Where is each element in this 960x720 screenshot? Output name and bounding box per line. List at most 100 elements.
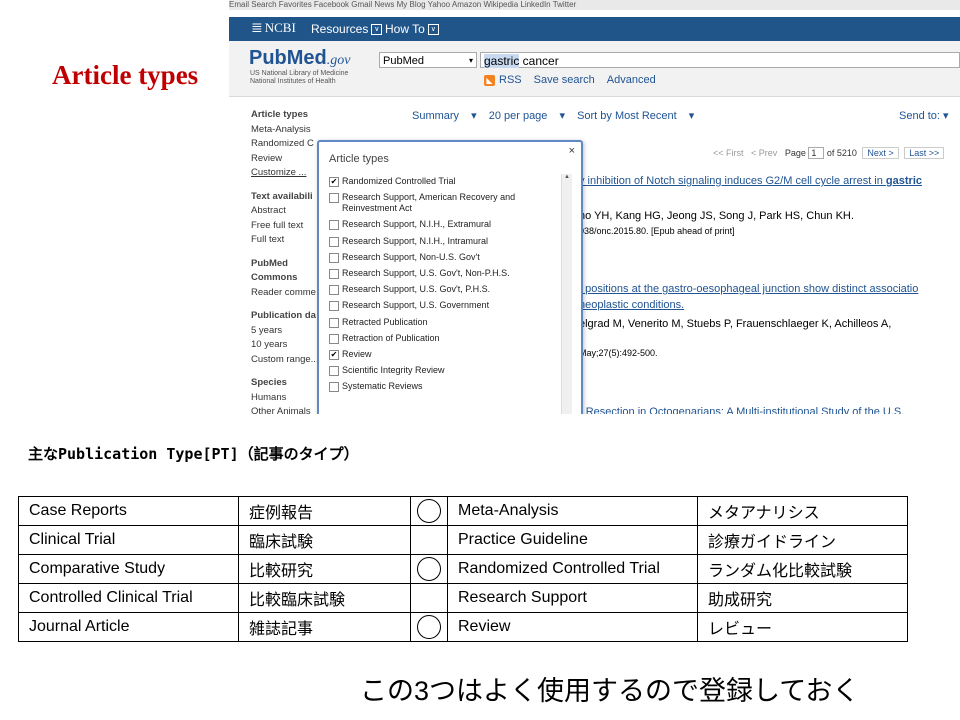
pt-heading: 主なPublication Type[PT]（記事のタイプ） bbox=[28, 445, 359, 463]
filter-item[interactable]: 10 years bbox=[251, 338, 321, 353]
article-type-option[interactable]: Research Support, U.S. Gov't, P.H.S. bbox=[329, 284, 567, 296]
article-types-popup: Article types × ✔ Randomized Controlled T… bbox=[317, 140, 583, 414]
pubmed-screenshot: Email Search Favorites Facebook Gmail Ne… bbox=[229, 0, 960, 414]
checkbox-icon[interactable] bbox=[329, 285, 339, 296]
checkbox-icon[interactable] bbox=[329, 333, 339, 344]
slide-label: Article types bbox=[52, 60, 199, 90]
article-type-option[interactable]: Research Support, N.I.H., Intramural bbox=[329, 236, 567, 247]
rss-icon[interactable]: ◣ bbox=[484, 74, 495, 86]
table-row: Clinical Trial 臨床試験 Practice Guideline 診療ガイ… bbox=[18, 525, 908, 555]
pager-last[interactable]: Last >> bbox=[904, 147, 945, 159]
article-type-option[interactable]: Research Support, American Recovery and … bbox=[329, 192, 567, 214]
pt-japanese-cell: レビュー bbox=[697, 612, 908, 642]
filter-item[interactable]: 5 years bbox=[251, 324, 321, 339]
checkbox-icon[interactable] bbox=[329, 252, 339, 263]
query-highlight: gastric bbox=[484, 54, 520, 68]
table-row: Journal Article 雑誌記事 Review レビュー bbox=[18, 612, 908, 642]
pubmed-logo[interactable]: PubMed.gov bbox=[249, 47, 351, 70]
filter-item[interactable]: Custom range... bbox=[251, 353, 321, 368]
filter-item[interactable]: Meta-Analysis bbox=[251, 123, 321, 138]
article-type-label: Retracted Publication bbox=[342, 316, 428, 327]
article-type-label: Scientific Integrity Review bbox=[342, 365, 445, 376]
resources-menu[interactable]: Resources ∨ bbox=[311, 22, 383, 36]
article-type-option[interactable]: ✔ Review bbox=[329, 349, 567, 360]
mark-cell bbox=[410, 554, 448, 584]
ncbi-bar: ≣ NCBI Resources ∨ How To ∨ bbox=[229, 17, 960, 41]
filter-item[interactable]: Reader comme bbox=[251, 286, 321, 301]
article-type-label: Research Support, U.S. Gov't, P.H.S. bbox=[342, 284, 491, 295]
article-type-option[interactable]: Retracted Publication bbox=[329, 317, 567, 328]
checkbox-icon[interactable] bbox=[329, 317, 339, 328]
filter-head-pubdate: Publication da bbox=[251, 310, 316, 321]
article-type-label: Research Support, N.I.H., Extramural bbox=[342, 219, 492, 230]
filter-item[interactable]: Other Animals bbox=[251, 405, 321, 414]
pt-english-cell: Journal Article bbox=[18, 612, 239, 642]
article-type-option[interactable]: Retraction of Publication bbox=[329, 333, 567, 344]
bookmarks-bar: Email Search Favorites Facebook Gmail Ne… bbox=[229, 0, 960, 10]
filter-item[interactable]: Abstract bbox=[251, 204, 321, 219]
pager-prev[interactable]: < Prev bbox=[751, 148, 777, 158]
filter-head-commons-2: Commons bbox=[251, 272, 298, 283]
customize-link[interactable]: Customize ... bbox=[251, 166, 321, 181]
article-type-options: ✔ Randomized Controlled Trial Research Sup… bbox=[329, 176, 567, 397]
rss-link[interactable]: RSS bbox=[499, 74, 522, 86]
result-title[interactable]: neoplastic conditions. bbox=[579, 299, 684, 311]
result-title[interactable]: r Resection in Octogenarians: A Multi-in… bbox=[579, 406, 904, 414]
article-type-label: Research Support, U.S. Government bbox=[342, 300, 490, 311]
checkbox-icon[interactable] bbox=[329, 236, 339, 247]
checkbox-checked-icon[interactable]: ✔ bbox=[329, 349, 339, 360]
popup-scrollbar[interactable]: ▲ bbox=[561, 174, 572, 414]
per-page-dropdown[interactable]: 20 per page ▾ bbox=[489, 110, 565, 122]
result-title[interactable]: y inhibition of Notch signaling induces … bbox=[579, 175, 922, 187]
article-type-option[interactable]: Research Support, U.S. Government bbox=[329, 300, 567, 312]
search-input[interactable]: gastric cancer bbox=[480, 52, 960, 68]
pt-english-cell: Research Support bbox=[447, 583, 698, 613]
ncbi-logo[interactable]: ≣ NCBI bbox=[251, 20, 296, 37]
filter-item[interactable]: Review bbox=[251, 152, 321, 167]
scroll-up-icon[interactable]: ▲ bbox=[562, 174, 572, 180]
checkbox-icon[interactable] bbox=[329, 268, 339, 279]
page-input[interactable]: 1 bbox=[808, 147, 825, 159]
checkbox-icon[interactable] bbox=[329, 193, 339, 204]
pt-english-cell: Meta-Analysis bbox=[447, 496, 698, 526]
pager-next[interactable]: Next > bbox=[862, 147, 899, 159]
close-icon[interactable]: × bbox=[569, 145, 575, 157]
checkbox-icon[interactable] bbox=[329, 220, 339, 231]
checkbox-icon[interactable] bbox=[329, 366, 339, 377]
save-search-link[interactable]: Save search bbox=[534, 74, 595, 86]
database-select[interactable]: PubMed ▾ bbox=[379, 52, 477, 68]
checkbox-icon[interactable] bbox=[329, 382, 339, 393]
summary-label: Summary bbox=[412, 110, 460, 122]
article-type-label: Systematic Reviews bbox=[342, 381, 423, 392]
article-type-option[interactable]: Scientific Integrity Review bbox=[329, 365, 567, 377]
result-citation: May;27(5):492-500. bbox=[579, 348, 658, 358]
article-type-option[interactable]: Systematic Reviews bbox=[329, 381, 567, 393]
mark-cell bbox=[410, 612, 448, 642]
page-label: Page bbox=[784, 148, 806, 158]
filter-item[interactable]: Humans bbox=[251, 391, 321, 406]
result-title-text: y inhibition of Notch signaling induces … bbox=[579, 175, 886, 187]
pt-japanese-cell: 雑誌記事 bbox=[238, 612, 411, 642]
article-type-option[interactable]: Research Support, U.S. Gov't, Non-P.H.S. bbox=[329, 268, 567, 279]
result-title[interactable]: t positions at the gastro-oesophageal ju… bbox=[579, 283, 918, 295]
advanced-link[interactable]: Advanced bbox=[607, 74, 656, 86]
article-type-option[interactable]: Research Support, Non-U.S. Gov't bbox=[329, 252, 567, 263]
summary-dropdown[interactable]: Summary ▾ bbox=[412, 110, 477, 122]
filter-item[interactable]: Full text bbox=[251, 233, 321, 248]
filter-head-commons: PubMed bbox=[251, 257, 288, 269]
howto-menu[interactable]: How To ∨ bbox=[385, 22, 439, 36]
filter-item[interactable]: Free full text bbox=[251, 219, 321, 234]
article-type-label: Retraction of Publication bbox=[342, 332, 440, 343]
subtitle-line2: National Institutes of Health bbox=[250, 78, 336, 85]
filter-item[interactable]: Randomized C bbox=[251, 137, 321, 152]
checkbox-icon[interactable] bbox=[329, 301, 339, 312]
checkbox-checked-icon[interactable]: ✔ bbox=[329, 177, 339, 187]
circle-mark-icon bbox=[417, 499, 441, 523]
pager-first[interactable]: << First bbox=[713, 148, 744, 158]
article-type-option[interactable]: ✔ Randomized Controlled Trial bbox=[329, 176, 567, 187]
send-to-dropdown[interactable]: Send to: ▾ bbox=[899, 109, 949, 122]
article-type-option[interactable]: Research Support, N.I.H., Extramural bbox=[329, 219, 567, 231]
pubmed-header: PubMed.gov US National Library of Medici… bbox=[229, 41, 960, 97]
pt-japanese-cell: 診療ガイドライン bbox=[697, 525, 908, 555]
sort-dropdown[interactable]: Sort by Most Recent ▾ bbox=[577, 110, 694, 122]
